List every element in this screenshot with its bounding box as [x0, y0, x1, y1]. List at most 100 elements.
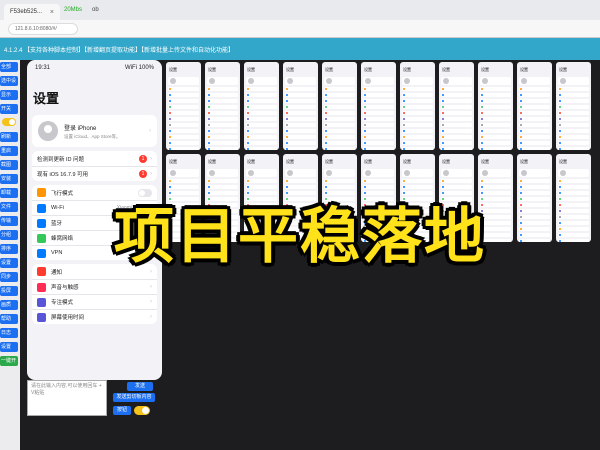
device-thumbnail[interactable]: 设置 [556, 62, 591, 150]
device-thumbnail[interactable]: 设置 [517, 62, 552, 150]
device-thumbnail[interactable]: 设置 [322, 62, 357, 150]
settings-row[interactable]: 专注模式 › [32, 294, 157, 309]
thumbnail-row-icon [403, 112, 405, 114]
alert-badge: 1 [139, 154, 147, 163]
thumbnail-row-icon [442, 124, 444, 126]
sidebar-button[interactable]: 设置 [0, 342, 18, 352]
thumbnail-row [285, 147, 316, 150]
sidebar-button[interactable]: 截图 [0, 160, 18, 170]
settings-row[interactable]: 声音与触感 › [32, 279, 157, 294]
thumbnail-row-icon [403, 124, 405, 126]
browser-tab-bar: F53eb525... × 20Mbs ob [0, 0, 600, 20]
sidebar-button[interactable]: 画质 [0, 300, 18, 310]
settings-row[interactable]: 屏幕使用时间 › [32, 309, 157, 324]
thumbnail-row-icon [208, 136, 210, 138]
profile-card[interactable]: 登录 iPhone 设置 iCloud、App Store等。 › [32, 115, 157, 147]
sidebar-button[interactable]: 重启 [0, 146, 18, 156]
thumbnail-row-icon [403, 180, 405, 182]
thumbnail-row-icon [403, 100, 405, 102]
thumbnail-row-icon [559, 136, 561, 138]
settings-row[interactable]: 检测到更新 ID 问题 1 › [32, 151, 157, 166]
thumbnail-row [246, 123, 277, 127]
thumbnail-row-icon [325, 130, 327, 132]
thumbnail-row [441, 179, 472, 183]
thumbnail-row-icon [325, 94, 327, 96]
sidebar-button[interactable]: 显示 [0, 90, 18, 100]
sidebar-button[interactable]: 帮助 [0, 314, 18, 324]
thumbnail-row [519, 129, 550, 133]
sidebar-button[interactable]: 安装 [0, 174, 18, 184]
browser-tab[interactable]: F53eb525... × [4, 4, 60, 20]
thumbnail-row-icon [520, 124, 522, 126]
device-thumbnail[interactable]: 设置 [439, 62, 474, 150]
thumbnail-row-icon [208, 130, 210, 132]
thumbnail-row-icon [403, 88, 405, 90]
thumbnail-profile [168, 169, 199, 177]
bottom-toggle[interactable] [134, 406, 150, 415]
thumbnail-row [363, 105, 394, 109]
thumbnail-row [246, 99, 277, 103]
thumbnail-title: 设置 [325, 159, 333, 164]
thumbnail-row [285, 99, 316, 103]
thumbnail-row-icon [169, 130, 171, 132]
sidebar-toggle[interactable] [2, 118, 16, 126]
device-thumbnail[interactable]: 设置 [205, 62, 240, 150]
thumbnail-row-icon [403, 94, 405, 96]
sidebar-button[interactable]: 选中设备 [0, 76, 18, 86]
device-thumbnail[interactable]: 设置 [283, 62, 318, 150]
sidebar-button[interactable]: 全部 [0, 62, 18, 72]
thumbnail-row-icon [364, 180, 366, 182]
thumbnail-row [480, 117, 511, 121]
thumbnail-row-icon [520, 142, 522, 144]
thumbnail-row-icon [481, 106, 483, 108]
thumbnail-row-icon [169, 124, 171, 126]
send-button[interactable]: 发送 [127, 382, 153, 391]
sidebar-button[interactable]: 刷新 [0, 132, 18, 142]
sidebar-button[interactable]: 投屏 [0, 286, 18, 296]
thumbnail-row [246, 179, 277, 183]
thumbnail-profile [363, 77, 394, 85]
thumbnail-row-icon [325, 180, 327, 182]
thumbnail-row-icon [364, 148, 366, 150]
row-label: 现有 iOS 16.7.9 可用 [37, 172, 89, 178]
thumbnail-profile [441, 169, 472, 177]
thumbnail-row-icon [247, 136, 249, 138]
thumbnail-row-icon [559, 100, 561, 102]
small-button[interactable]: 按钮 [113, 406, 131, 415]
settings-row[interactable]: 现有 iOS 16.7.9 可用 1 › [32, 166, 157, 181]
thumbnail-row [480, 147, 511, 150]
thumbnail-row-icon [559, 148, 561, 150]
message-input[interactable]: 请在此输入内容,可以使用回车 + V粘贴 [27, 380, 107, 416]
sidebar-button[interactable]: 一键开启 [0, 356, 18, 366]
device-thumbnail[interactable]: 设置 [361, 62, 396, 150]
status-signal: WiFi 100% [124, 65, 154, 71]
thumbnail-row [480, 87, 511, 91]
video-caption: 项目平稳落地 [114, 202, 486, 272]
device-thumbnail[interactable]: 设置 [244, 62, 279, 150]
thumbnail-row-icon [520, 88, 522, 90]
thumbnail-row [441, 135, 472, 139]
thumbnail-row-icon [481, 136, 483, 138]
url-field[interactable]: 121.8.6.10:8080/#/ [8, 22, 78, 35]
sidebar-button[interactable]: 开关 [0, 104, 18, 114]
thumbnail-row [402, 99, 433, 103]
tab-extra[interactable]: ob [92, 7, 99, 13]
thumbnail-row [324, 87, 355, 91]
sidebar-button[interactable]: 日志 [0, 328, 18, 338]
device-thumbnail[interactable]: 设置 [478, 62, 513, 150]
thumbnail-row [285, 117, 316, 121]
send-clipboard-button[interactable]: 发送剪切板内容 [113, 393, 155, 402]
thumbnail-title: 设置 [286, 67, 294, 72]
device-thumbnail[interactable]: 设置 [166, 62, 201, 150]
thumbnail-row-icon [247, 94, 249, 96]
profile-name: 登录 iPhone [64, 125, 97, 132]
thumbnail-row-icon [403, 148, 405, 150]
thumbnail-row-icon [559, 106, 561, 108]
close-tab-icon[interactable]: × [50, 9, 54, 16]
thumbnail-row-icon [559, 124, 561, 126]
thumbnail-row [480, 141, 511, 145]
device-thumbnail[interactable]: 设置 [400, 62, 435, 150]
thumbnail-row-icon [208, 118, 210, 120]
thumbnail-profile [519, 169, 550, 177]
thumbnail-row-icon [286, 130, 288, 132]
